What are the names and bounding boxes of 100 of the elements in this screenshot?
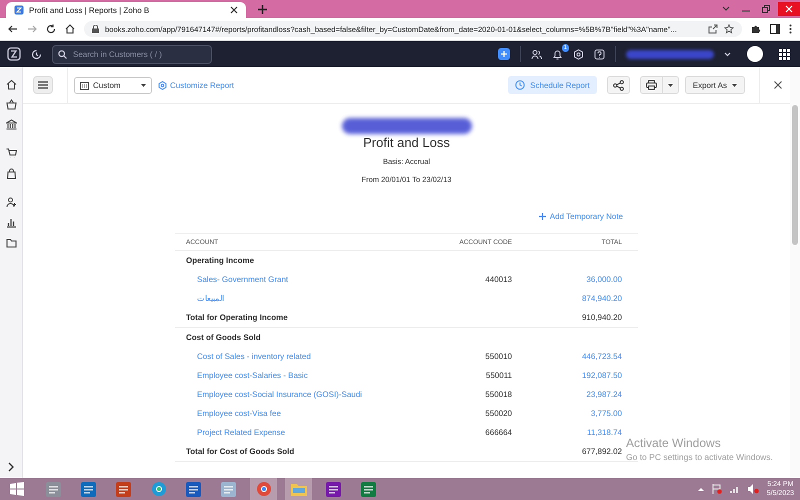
more-icon[interactable] (789, 24, 792, 34)
home-icon[interactable] (65, 24, 75, 34)
app-icon (186, 482, 201, 496)
taskbar-app[interactable] (250, 478, 277, 500)
total-label: Total for Operating Income (186, 313, 289, 322)
account-code: 550018 (484, 390, 512, 399)
users-icon[interactable] (531, 48, 542, 60)
caret-icon[interactable] (724, 52, 731, 56)
close-icon[interactable] (774, 81, 782, 89)
person-icon[interactable] (6, 197, 16, 208)
share-button[interactable] (606, 76, 630, 94)
caret-icon (141, 84, 146, 86)
speaker-muted-icon[interactable] (748, 484, 759, 494)
activation-message: Go to PC settings to activate Windows. (626, 452, 773, 462)
amount-link[interactable]: 874,940.20 (512, 294, 622, 303)
account-link[interactable]: Cost of Sales - inventory related (186, 352, 432, 361)
caret-icon (668, 84, 673, 86)
puzzle-icon[interactable] (751, 24, 761, 34)
expand-chevron-icon[interactable] (7, 462, 15, 472)
app-icon (116, 482, 131, 496)
printer-icon (646, 80, 657, 90)
windows-start-icon[interactable] (10, 482, 24, 496)
browser-tab[interactable]: Profit and Loss | Reports | Zoho B (6, 2, 246, 18)
customize-report-link[interactable]: Customize Report (170, 80, 234, 90)
report-title: Profit and Loss (363, 135, 450, 150)
back-icon[interactable] (8, 24, 18, 34)
bank-icon[interactable] (6, 119, 16, 130)
home-icon[interactable] (6, 79, 16, 90)
restore-icon[interactable] (762, 5, 770, 13)
app-icon (46, 482, 61, 496)
amount-link[interactable]: 3,775.00 (512, 409, 622, 418)
help-icon[interactable] (594, 48, 605, 60)
bag-icon[interactable] (6, 168, 16, 179)
plus-icon (538, 213, 546, 220)
close-icon[interactable] (230, 6, 238, 14)
clock-icon (515, 80, 526, 90)
caret-icon (732, 84, 737, 86)
amount-link[interactable]: 23,987.24 (512, 390, 622, 399)
amount-link[interactable]: 11,318.74 (512, 428, 622, 437)
account-code: 550010 (484, 352, 512, 361)
new-tab-icon[interactable] (258, 4, 267, 14)
add-icon[interactable] (498, 48, 510, 60)
account-code: 550020 (484, 409, 512, 418)
search-field[interactable]: Search in Customers ( / ) (52, 44, 212, 64)
chevron-down-icon[interactable] (722, 6, 730, 12)
app-icon (326, 482, 341, 496)
activation-title: Activate Windows (626, 436, 722, 450)
browser-app-icon (150, 481, 166, 497)
account-code: 550011 (484, 371, 512, 380)
account-code: 666664 (484, 428, 512, 437)
account-code: 440013 (484, 275, 512, 284)
menu-icon (38, 81, 48, 89)
sidebar-icon[interactable] (770, 24, 780, 34)
app-icon (81, 482, 96, 496)
avatar[interactable] (747, 46, 763, 62)
folder-icon (290, 482, 306, 496)
total-amount: 677,892.02 (580, 447, 622, 456)
app-logo-icon[interactable] (7, 47, 21, 61)
account-link[interactable]: Sales- Government Grant (186, 275, 432, 284)
calendar-icon (80, 80, 89, 90)
history-icon[interactable] (31, 48, 42, 60)
total-label: Total for Cost of Goods Sold (186, 447, 296, 456)
account-link[interactable]: Employee cost-Social Insurance (GOSI)-Saudi (186, 390, 432, 399)
app-logo-icon (14, 5, 24, 15)
add-temporary-note-link[interactable]: Add Temporary Note (538, 212, 623, 221)
schedule-report-button[interactable]: Schedule Report (508, 76, 597, 94)
browser-app-icon (256, 481, 272, 497)
settings-icon[interactable] (573, 48, 584, 60)
lock-icon (92, 25, 99, 33)
folder-icon[interactable] (6, 237, 16, 248)
section-heading: Operating Income (186, 256, 256, 265)
menu-button[interactable] (33, 76, 53, 94)
basket-icon[interactable] (6, 99, 16, 110)
app-icon (361, 482, 376, 496)
apps-grid-icon[interactable] (779, 48, 790, 60)
signal-icon[interactable] (730, 485, 740, 493)
print-button[interactable] (640, 76, 679, 94)
amount-link[interactable]: 446,723.54 (512, 352, 622, 361)
flag-icon[interactable] (712, 484, 722, 494)
account-link[interactable]: Project Related Expense (186, 428, 432, 437)
amount-link[interactable]: 192,087.50 (512, 371, 622, 380)
share-icon[interactable] (708, 24, 718, 34)
export-as-button[interactable]: Export As (684, 76, 745, 94)
gear-icon[interactable] (158, 80, 167, 90)
bell-icon[interactable] (552, 48, 563, 60)
chart-icon[interactable] (6, 217, 16, 228)
scrollbar-thumb[interactable] (792, 105, 798, 245)
section-heading: Cost of Goods Sold (186, 333, 262, 342)
amount-link[interactable]: 36,000.00 (512, 275, 622, 284)
account-link[interactable]: المبيعات (186, 294, 432, 303)
share-icon (612, 80, 624, 90)
account-link[interactable]: Employee cost-Visa fee (186, 409, 432, 418)
star-icon[interactable] (724, 24, 734, 34)
total-amount: 910,940.20 (580, 313, 622, 322)
reload-icon[interactable] (46, 24, 56, 34)
app-icon (221, 482, 236, 496)
caret-up-icon[interactable] (698, 487, 704, 491)
period-dropdown[interactable]: Custom (74, 76, 152, 94)
account-link[interactable]: Employee cost-Salaries - Basic (186, 371, 432, 380)
search-icon[interactable] (58, 50, 67, 58)
